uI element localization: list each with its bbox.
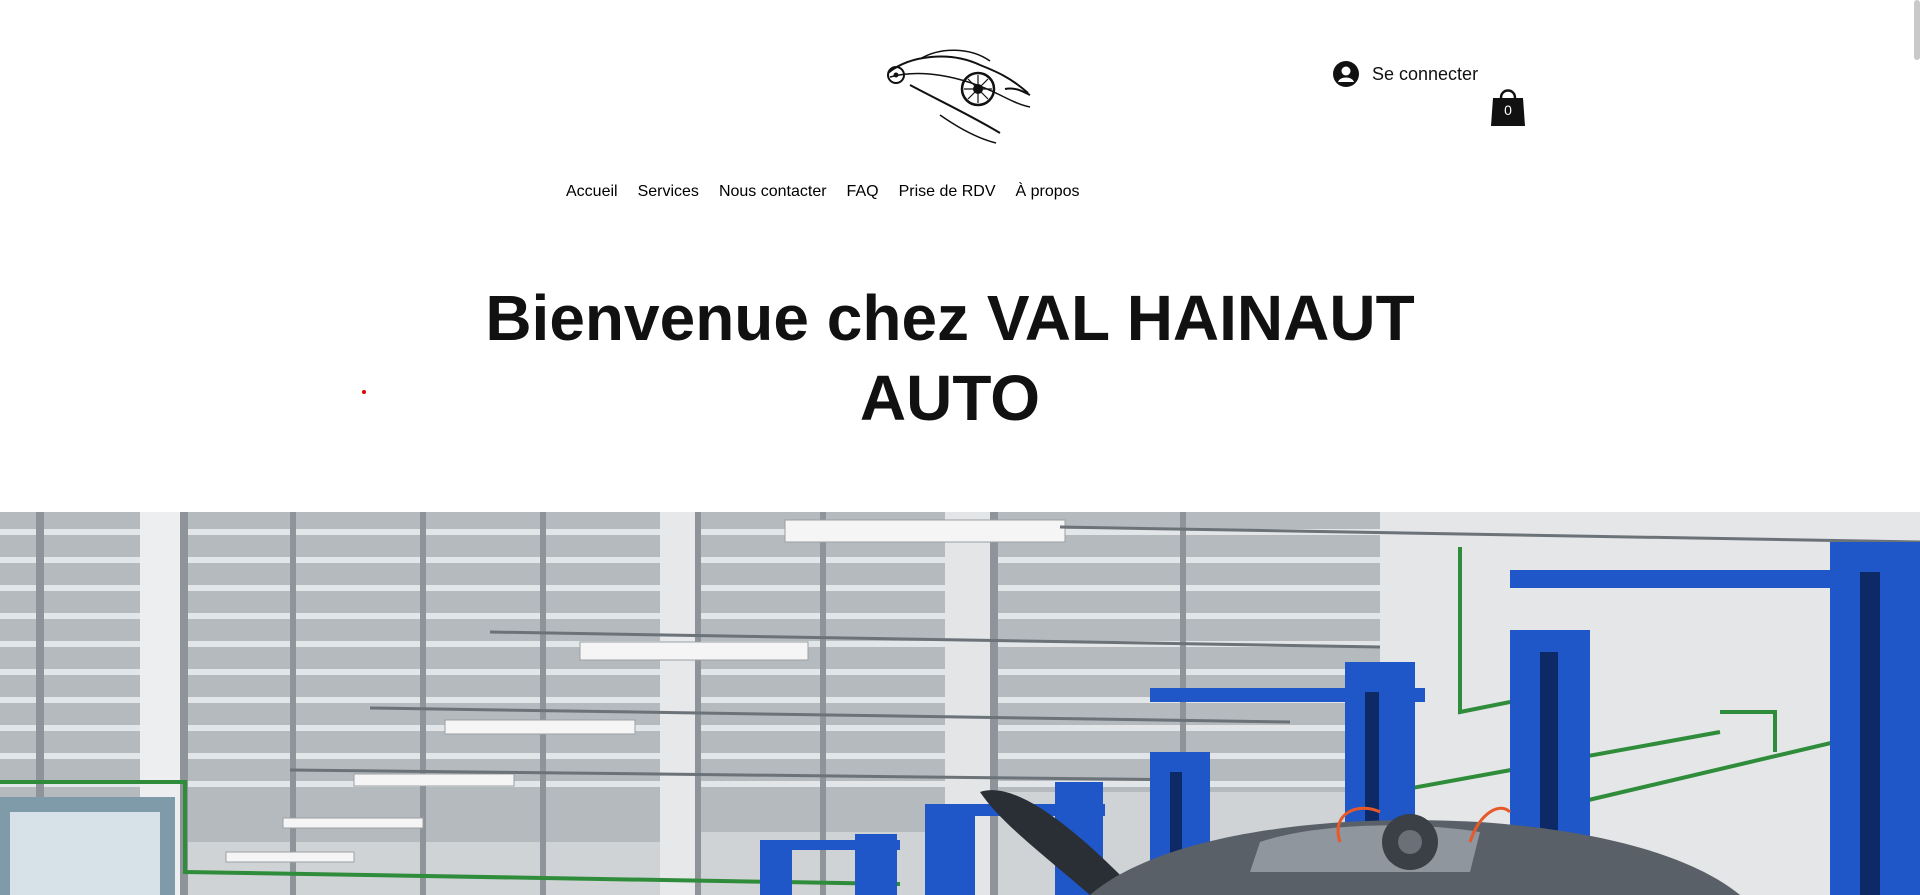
cart-count: 0 — [1504, 102, 1512, 118]
page-scrollbar[interactable] — [1914, 0, 1920, 60]
page-title: Bienvenue chez VAL HAINAUT AUTO — [430, 278, 1470, 438]
nav-item-services[interactable]: Services — [638, 183, 699, 201]
page-title-line-1: Bienvenue chez VAL HAINAUT — [485, 282, 1415, 354]
page-title-line-2: AUTO — [859, 362, 1041, 434]
main-nav: Accueil Services Nous contacter FAQ Pris… — [566, 183, 1080, 201]
red-dot-marker — [362, 390, 366, 394]
hero-image — [0, 512, 1920, 895]
site-logo[interactable] — [880, 45, 1040, 145]
login-label: Se connecter — [1372, 63, 1479, 84]
page: Se connecter 0 Accueil Services Nous con… — [0, 0, 1920, 895]
login-button[interactable]: Se connecter — [1332, 60, 1478, 88]
nav-item-faq[interactable]: FAQ — [847, 183, 879, 201]
nav-item-prise-de-rdv[interactable]: Prise de RDV — [899, 183, 996, 201]
nav-item-accueil[interactable]: Accueil — [566, 183, 618, 201]
nav-item-nous-contacter[interactable]: Nous contacter — [719, 183, 827, 201]
sports-car-logo-icon — [887, 49, 1031, 144]
cart-button[interactable]: 0 — [1490, 84, 1526, 128]
user-avatar-icon — [1333, 61, 1359, 87]
nav-item-a-propos[interactable]: À propos — [1015, 183, 1079, 201]
